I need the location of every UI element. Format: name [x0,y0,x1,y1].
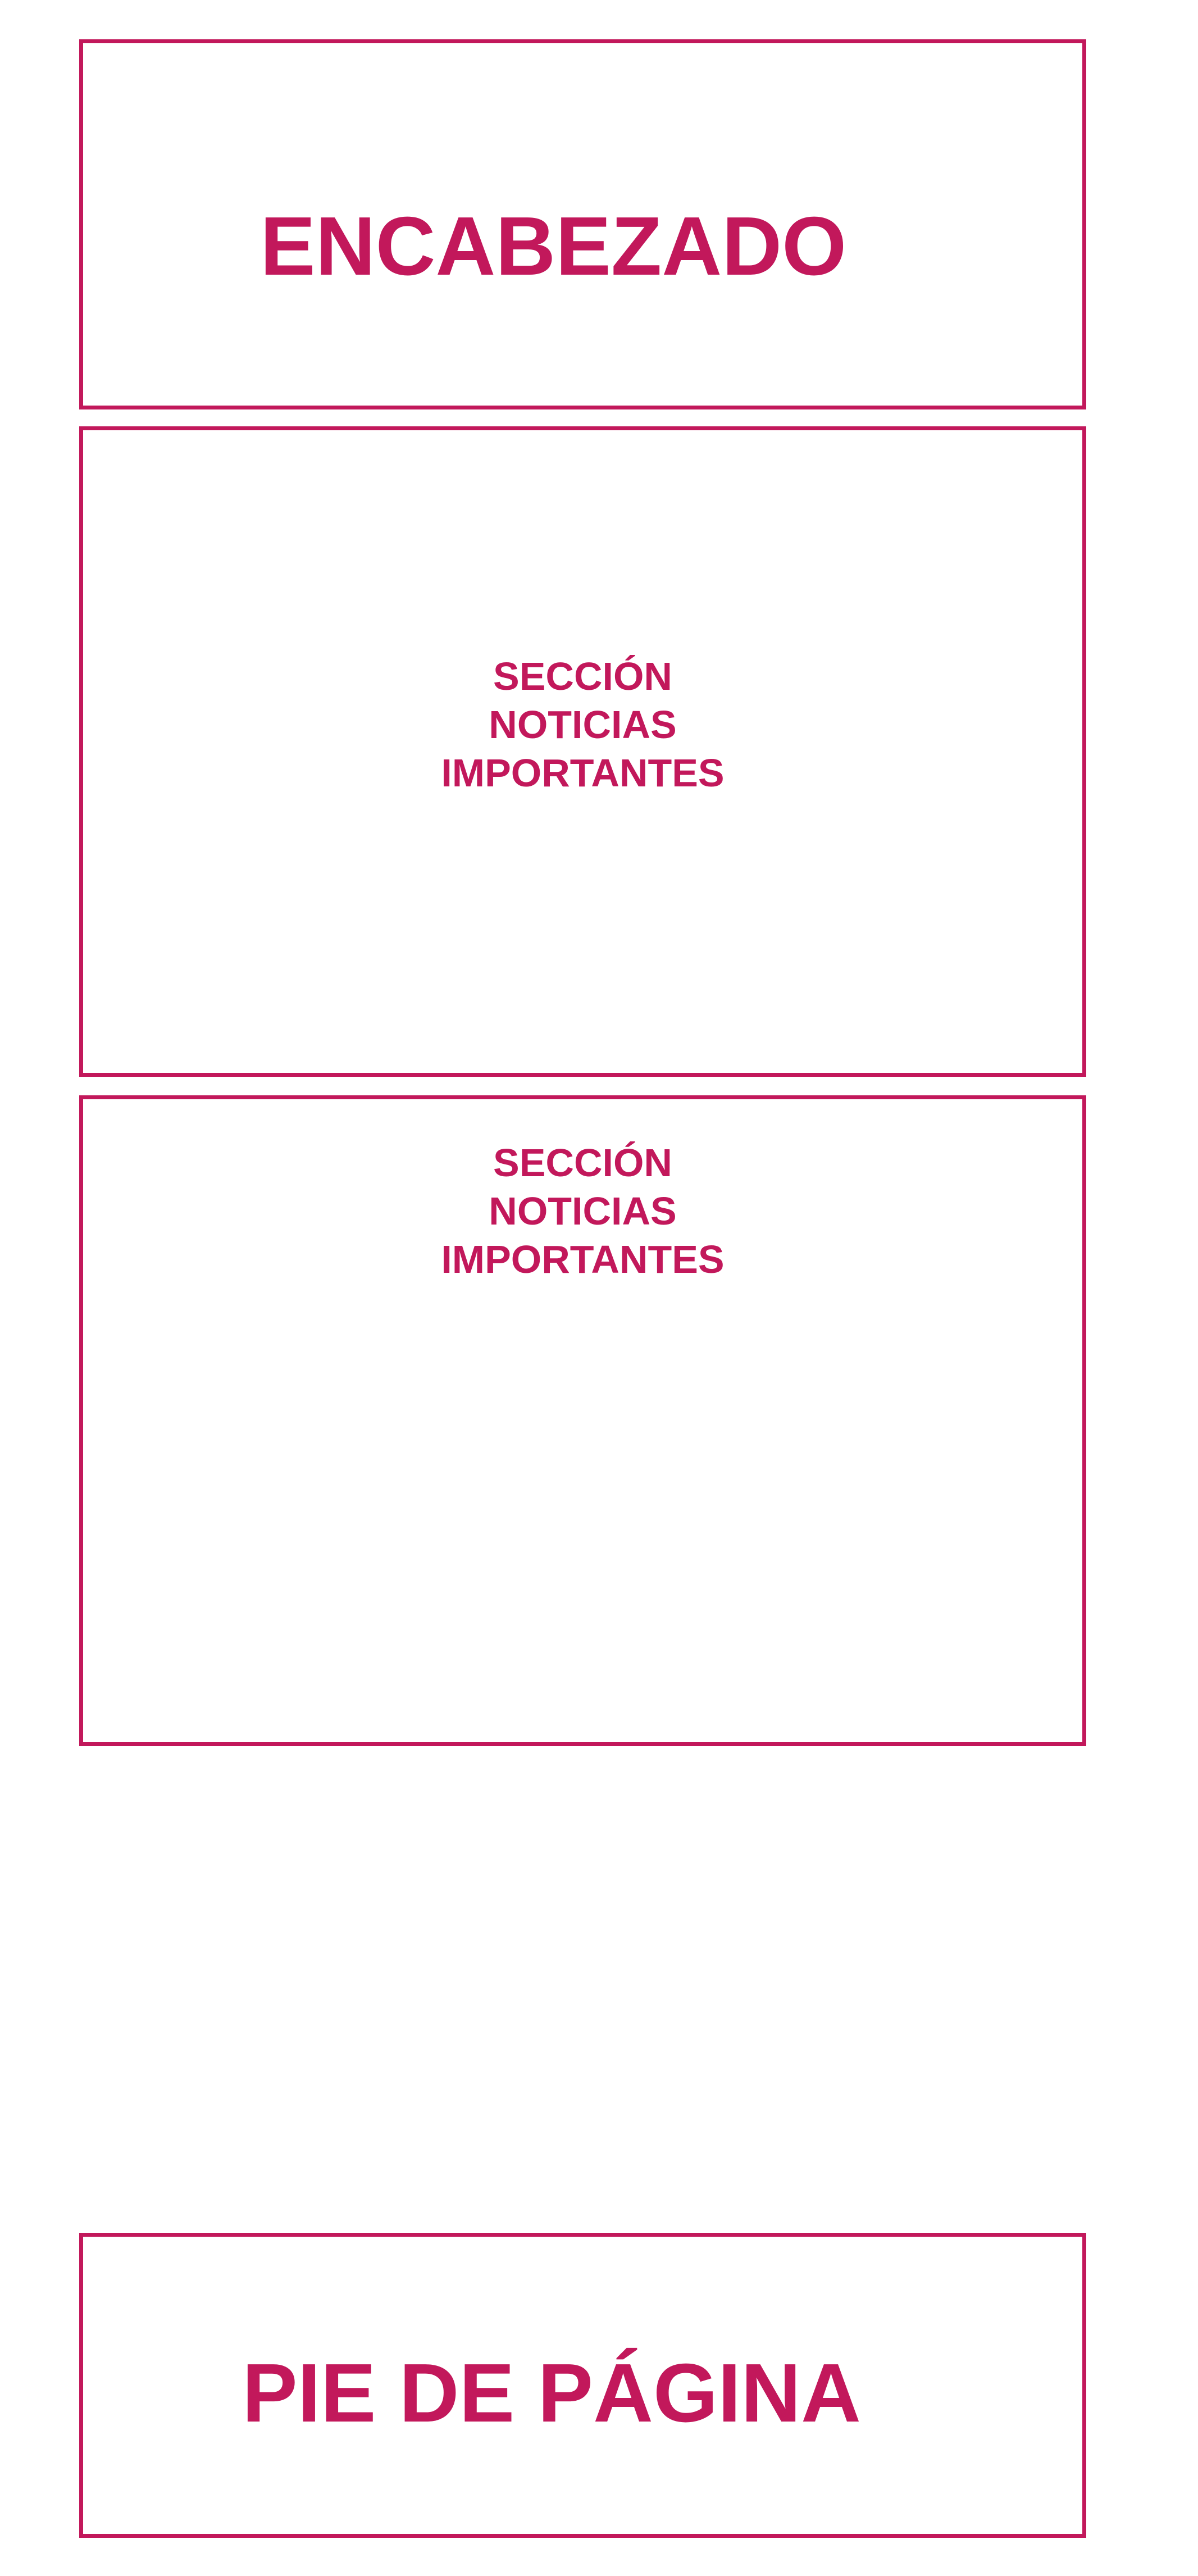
news-section-label-2-line-1: SECCIÓN [493,1141,672,1185]
news-section-label-1-line-3: IMPORTANTES [441,751,725,795]
footer-label: PIE DE PÁGINA [242,2347,861,2440]
news-section-label-2-line-2: NOTICIAS [489,1189,677,1233]
header-label: ENCABEZADO [260,200,847,293]
news-section-label-2: SECCIÓN NOTICIAS IMPORTANTES [83,1139,1082,1284]
header-box: ENCABEZADO [79,39,1086,409]
news-section-box-1: SECCIÓN NOTICIAS IMPORTANTES [79,426,1086,1077]
news-section-label-1: SECCIÓN NOTICIAS IMPORTANTES [83,652,1082,797]
footer-box: PIE DE PÁGINA [79,2233,1086,2538]
news-section-box-2: SECCIÓN NOTICIAS IMPORTANTES [79,1095,1086,1746]
news-section-label-2-line-3: IMPORTANTES [441,1237,725,1281]
news-section-label-1-line-2: NOTICIAS [489,703,677,747]
news-section-label-1-line-1: SECCIÓN [493,654,672,698]
